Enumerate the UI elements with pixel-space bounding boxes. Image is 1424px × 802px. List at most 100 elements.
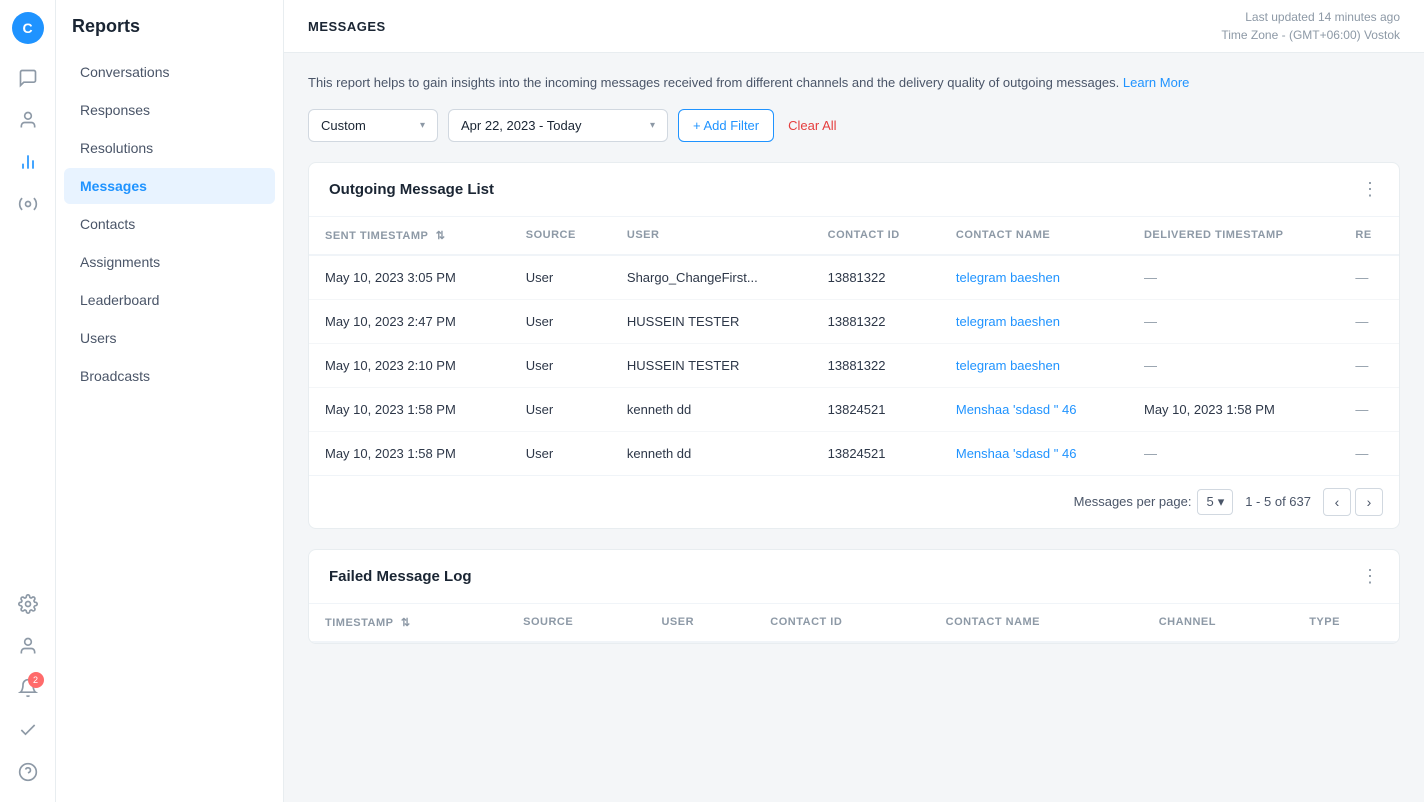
cell-sent-timestamp: May 10, 2023 3:05 PM [309, 255, 510, 300]
cell-user: HUSSEIN TESTER [611, 299, 812, 343]
cell-re: — [1339, 387, 1399, 431]
table-row: May 10, 2023 2:47 PM User HUSSEIN TESTER… [309, 299, 1399, 343]
profile-icon[interactable] [10, 628, 46, 664]
per-page-label: Messages per page: [1074, 494, 1192, 509]
cell-contact-name[interactable]: telegram baeshen [940, 343, 1128, 387]
col-source: SOURCE [507, 604, 645, 642]
sidebar-item-contacts[interactable]: Contacts [64, 206, 275, 242]
col-contact-id: CONTACT ID [812, 217, 940, 255]
integrations-icon[interactable] [10, 186, 46, 222]
check-icon[interactable] [10, 712, 46, 748]
add-filter-button[interactable]: + Add Filter [678, 109, 774, 142]
col-source: SOURCE [510, 217, 611, 255]
cell-user: kenneth dd [611, 431, 812, 475]
outgoing-table-wrap: SENT TIMESTAMP ⇅ SOURCE USER CONTACT ID … [309, 217, 1399, 475]
main-content: MESSAGES Last updated 14 minutes ago Tim… [284, 0, 1424, 802]
cell-contact-id: 13881322 [812, 255, 940, 300]
cell-re: — [1339, 299, 1399, 343]
table-row: May 10, 2023 3:05 PM User Shargo_ChangeF… [309, 255, 1399, 300]
cell-contact-id: 13824521 [812, 431, 940, 475]
cell-delivered-timestamp: — [1128, 431, 1339, 475]
per-page-box[interactable]: 5 ▾ [1197, 489, 1233, 515]
col-contact-name: CONTACT NAME [930, 604, 1143, 642]
more-options-icon[interactable]: ⋮ [1361, 566, 1379, 587]
sidebar-item-conversations[interactable]: Conversations [64, 54, 275, 90]
filter-icon: ⇅ [436, 230, 446, 242]
date-range-label: Apr 22, 2023 - Today [461, 118, 581, 133]
sidebar-item-leaderboard[interactable]: Leaderboard [64, 282, 275, 318]
page-title: MESSAGES [308, 19, 386, 34]
sidebar-item-resolutions[interactable]: Resolutions [64, 130, 275, 166]
sidebar-item-broadcasts[interactable]: Broadcasts [64, 358, 275, 394]
contacts-icon[interactable] [10, 102, 46, 138]
col-contact-id: CONTACT ID [754, 604, 929, 642]
col-sent-timestamp: SENT TIMESTAMP ⇅ [309, 217, 510, 255]
next-page-button[interactable]: › [1355, 488, 1383, 516]
cell-sent-timestamp: May 10, 2023 1:58 PM [309, 387, 510, 431]
outgoing-card-title: Outgoing Message List [329, 181, 494, 198]
cell-contact-name[interactable]: telegram baeshen [940, 255, 1128, 300]
page-info: 1 - 5 of 637 [1245, 494, 1311, 509]
clear-all-button[interactable]: Clear All [784, 110, 840, 141]
topbar: MESSAGES Last updated 14 minutes ago Tim… [284, 0, 1424, 53]
outgoing-card-header: Outgoing Message List ⋮ [309, 163, 1399, 217]
col-delivered-timestamp: DELIVERED TIMESTAMP [1128, 217, 1339, 255]
filter-type-select[interactable]: Custom ▾ [308, 109, 438, 142]
notifications-icon[interactable]: 2 [10, 670, 46, 706]
cell-source: User [510, 343, 611, 387]
settings-icon[interactable] [10, 586, 46, 622]
col-channel: CHANNEL [1143, 604, 1294, 642]
col-timestamp: TIMESTAMP ⇅ [309, 604, 507, 642]
outgoing-pagination: Messages per page: 5 ▾ 1 - 5 of 637 ‹ › [309, 475, 1399, 528]
outgoing-table: SENT TIMESTAMP ⇅ SOURCE USER CONTACT ID … [309, 217, 1399, 475]
failed-table-wrap: TIMESTAMP ⇅ SOURCE USER CONTACT ID CONTA… [309, 604, 1399, 643]
per-page-value: 5 [1206, 494, 1213, 509]
filter-row: Custom ▾ Apr 22, 2023 - Today ▾ + Add Fi… [308, 109, 1400, 142]
sidebar-item-messages[interactable]: Messages [64, 168, 275, 204]
cell-source: User [510, 255, 611, 300]
timezone: Time Zone - (GMT+06:00) Vostok [1221, 26, 1400, 44]
failed-card-title: Failed Message Log [329, 568, 472, 585]
sidebar: Reports Conversations Responses Resoluti… [56, 0, 284, 802]
app-logo: C [12, 12, 44, 44]
prev-page-button[interactable]: ‹ [1323, 488, 1351, 516]
cell-contact-id: 13881322 [812, 343, 940, 387]
outgoing-message-card: Outgoing Message List ⋮ SENT TIMESTAMP ⇅… [308, 162, 1400, 529]
failed-table: TIMESTAMP ⇅ SOURCE USER CONTACT ID CONTA… [309, 604, 1399, 643]
sidebar-title: Reports [56, 16, 283, 53]
col-user: USER [611, 217, 812, 255]
table-row: May 10, 2023 1:58 PM User kenneth dd 138… [309, 431, 1399, 475]
cell-contact-name[interactable]: Menshaa 'sdasd " 46 [940, 431, 1128, 475]
cell-user: Shargo_ChangeFirst... [611, 255, 812, 300]
cell-sent-timestamp: May 10, 2023 2:47 PM [309, 299, 510, 343]
more-options-icon[interactable]: ⋮ [1361, 179, 1379, 200]
cell-delivered-timestamp: May 10, 2023 1:58 PM [1128, 387, 1339, 431]
cell-source: User [510, 431, 611, 475]
page-nav: ‹ › [1323, 488, 1383, 516]
notification-badge: 2 [28, 672, 44, 688]
sidebar-item-assignments[interactable]: Assignments [64, 244, 275, 280]
chevron-down-icon: ▾ [420, 120, 425, 131]
help-icon[interactable] [10, 754, 46, 790]
filter-date-range[interactable]: Apr 22, 2023 - Today ▾ [448, 109, 668, 142]
col-user: USER [645, 604, 754, 642]
cell-user: HUSSEIN TESTER [611, 343, 812, 387]
sidebar-item-responses[interactable]: Responses [64, 92, 275, 128]
cell-contact-name[interactable]: Menshaa 'sdasd " 46 [940, 387, 1128, 431]
cell-re: — [1339, 255, 1399, 300]
cell-re: — [1339, 343, 1399, 387]
cell-delivered-timestamp: — [1128, 299, 1339, 343]
sidebar-item-users[interactable]: Users [64, 320, 275, 356]
filter-type-label: Custom [321, 118, 366, 133]
chevron-down-icon: ▾ [1218, 494, 1225, 510]
reports-icon[interactable] [10, 144, 46, 180]
col-type: TYPE [1293, 604, 1399, 642]
filter-icon: ⇅ [401, 617, 411, 629]
cell-contact-name[interactable]: telegram baeshen [940, 299, 1128, 343]
icon-bar: C 2 [0, 0, 56, 802]
cell-sent-timestamp: May 10, 2023 2:10 PM [309, 343, 510, 387]
conversations-icon[interactable] [10, 60, 46, 96]
learn-more-link[interactable]: Learn More [1123, 75, 1189, 90]
topbar-meta: Last updated 14 minutes ago Time Zone - … [1221, 8, 1400, 44]
info-bar: This report helps to gain insights into … [308, 73, 1400, 93]
